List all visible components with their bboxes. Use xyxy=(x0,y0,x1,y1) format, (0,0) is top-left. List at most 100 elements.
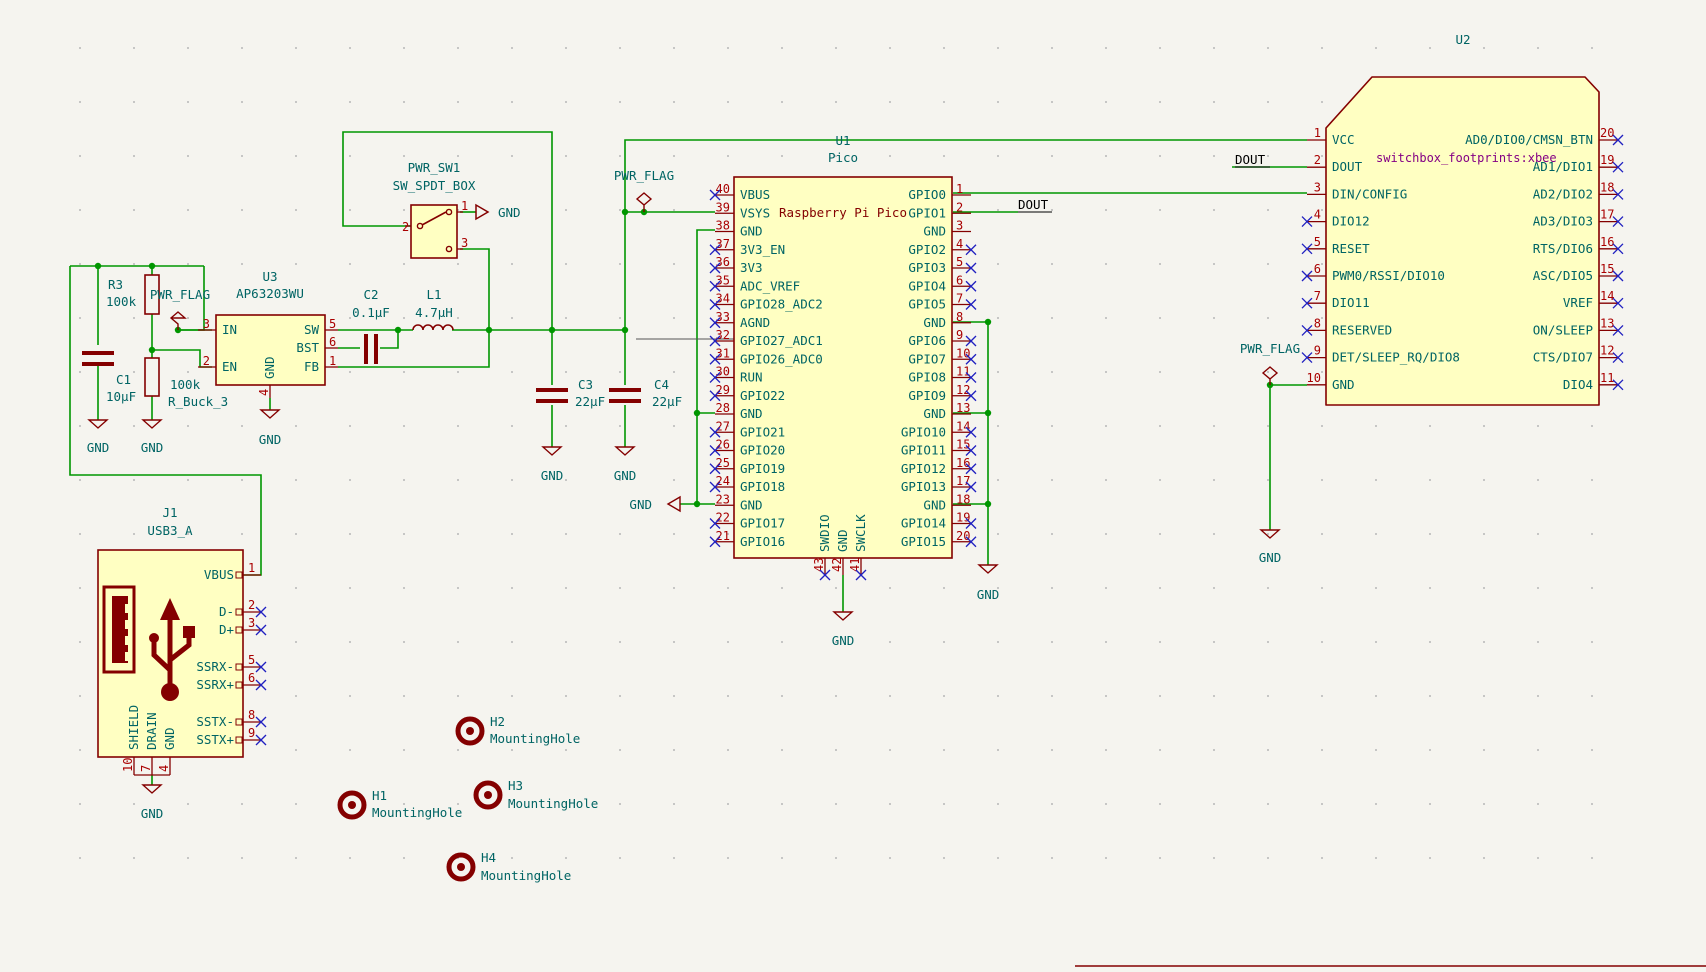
u1-pin-num-40: 40 xyxy=(716,182,730,196)
u1-pin-name-13: GND xyxy=(923,406,946,421)
u1-pin-num-24: 24 xyxy=(716,474,730,488)
u1-pin-name-6: GPIO4 xyxy=(908,278,946,293)
u1-pin-num-3: 3 xyxy=(956,219,963,233)
u1-pin-num-2: 2 xyxy=(956,200,963,214)
u3-pin-num-6: 6 xyxy=(329,335,336,349)
u1-pin-num-30: 30 xyxy=(716,365,730,379)
j1-pin-num-3: 3 xyxy=(248,616,255,630)
c2-ref: C2 xyxy=(363,287,378,302)
u3-pin-num-2: 2 xyxy=(203,354,210,368)
u1-pin-num-25: 25 xyxy=(716,456,730,470)
gnd-pico-left: GND xyxy=(629,495,681,513)
pwr-flag-xbee-label: PWR_FLAG xyxy=(1240,341,1300,356)
wire-xbee-gnd xyxy=(1269,384,1307,530)
u1-pin-num-42: 42 xyxy=(830,558,844,572)
gnd-c1: GND xyxy=(87,419,109,455)
u1-pin-num-16: 16 xyxy=(956,456,970,470)
u1-pin-name-39: VSYS xyxy=(740,205,770,220)
j1-ref: J1 xyxy=(162,505,177,520)
u1-pin-num-13: 13 xyxy=(956,401,970,415)
mounting-hole-h2[interactable]: H2 MountingHole xyxy=(455,714,580,746)
u3-ref: U3 xyxy=(262,269,277,284)
xbee-symbol[interactable]: U2 switchbox_footprints:xbee VCC 1 DOUT 2 DI… xyxy=(1301,32,1624,406)
inductor-l1[interactable]: L1 4.7µH xyxy=(412,287,454,331)
u1-pin-name-32: GPIO27_ADC1 xyxy=(740,333,823,348)
j1-pin-name-1: VBUS xyxy=(204,567,234,582)
u1-pin-name-9: GPIO6 xyxy=(908,333,946,348)
net-labels: DOUT DOUT xyxy=(1018,152,1270,213)
mounting-hole-h4[interactable]: H4 MountingHole xyxy=(446,850,571,883)
c2-value: 0.1µF xyxy=(352,305,390,320)
sw-value: SW_SPDT_BOX xyxy=(393,178,476,193)
u1-pin-num-22: 22 xyxy=(716,511,730,525)
c4-value: 22µF xyxy=(652,394,682,409)
u1-pin-num-23: 23 xyxy=(716,492,730,506)
u2-pin-num-16: 16 xyxy=(1600,235,1614,249)
pwr-flag-xbee-gnd[interactable]: PWR_FLAG xyxy=(1240,341,1300,385)
u1-pin-name-23: GND xyxy=(740,497,763,512)
mounting-hole-h1[interactable]: H1 MountingHole xyxy=(337,788,462,820)
j1-pin-name-5: SSRX- xyxy=(196,659,234,674)
c1-value: 10µF xyxy=(106,389,136,404)
u2-pin-num-12: 12 xyxy=(1600,344,1614,358)
schematic-canvas[interactable]: U1 Pico Raspberry Pi Pico VBUS 40 VSYS 39 GN… xyxy=(0,0,1706,968)
u2-pin-name-12: CTS/DIO7 xyxy=(1533,350,1593,365)
u2-pin-num-6: 6 xyxy=(1314,262,1321,276)
pwr-flag-vsys[interactable]: PWR_FLAG xyxy=(614,168,674,212)
u3-pin-name-2: EN xyxy=(222,359,237,374)
u1-pin-num-15: 15 xyxy=(956,438,970,452)
pico-symbol[interactable]: U1 Pico Raspberry Pi Pico VBUS40VSYS39GN… xyxy=(709,133,977,581)
j1-pin-name-8: SSTX- xyxy=(196,714,234,729)
j1-pin-name-7: DRAIN xyxy=(144,712,159,750)
u1-pin-name-7: GPIO5 xyxy=(908,297,946,312)
u2-pin-name-1: VCC xyxy=(1332,132,1355,147)
sw-pin-3: 3 xyxy=(461,236,468,250)
u1-pin-num-5: 5 xyxy=(956,255,963,269)
u2-pin-name-13: ON/SLEEP xyxy=(1533,322,1593,337)
u2-ref: U2 xyxy=(1455,32,1470,47)
capacitor-c4[interactable]: C4 22µF xyxy=(609,377,682,409)
j1-pin-num-2: 2 xyxy=(248,598,255,612)
pwr-flag-vin-label: PWR_FLAG xyxy=(150,287,210,302)
u3-pin-num-1: 1 xyxy=(329,354,336,368)
j1-pin-num-7: 7 xyxy=(139,765,153,772)
u2-pin-num-4: 4 xyxy=(1314,208,1321,222)
j1-pin-num-5: 5 xyxy=(248,653,255,667)
sw-pin-1: 1 xyxy=(461,199,468,213)
power-switch-symbol[interactable]: PWR_SW1 SW_SPDT_BOX 1 2 3 GND xyxy=(393,160,521,259)
buck-regulator-symbol[interactable]: U3 AP63203WU IN 3 EN 2 GND 4 SW 5 BST 6 FB 1 xyxy=(198,269,338,398)
u1-pin-name-22: GPIO17 xyxy=(740,516,785,531)
u2-pin-name-4: DIO12 xyxy=(1332,214,1370,229)
u1-pin-num-31: 31 xyxy=(716,346,730,360)
usb3-connector-symbol[interactable]: J1 USB3_A VBUS 1D- 2D+ 3SSRX- 5SSRX+ 6SSTX- 8S… xyxy=(97,505,267,776)
capacitor-c1[interactable]: C1 10µF xyxy=(82,351,136,404)
u2-pin-name-17: AD3/DIO3 xyxy=(1533,214,1593,229)
u2-pin-num-18: 18 xyxy=(1600,180,1614,194)
r3-value: 100k xyxy=(106,294,137,309)
u1-pin-name-26: GPIO20 xyxy=(740,443,785,458)
u1-pin-name-17: GPIO13 xyxy=(901,479,946,494)
u1-pin-name-42: GND xyxy=(835,529,850,552)
u1-pin-name-21: GPIO16 xyxy=(740,534,785,549)
u2-pin-num-8: 8 xyxy=(1314,316,1321,330)
svg-text:GND: GND xyxy=(1259,550,1282,565)
j1-value: USB3_A xyxy=(147,523,193,538)
u1-pin-name-38: GND xyxy=(740,224,763,239)
u1-pin-num-34: 34 xyxy=(716,292,730,306)
u1-inner-label: Raspberry Pi Pico xyxy=(779,205,907,220)
j1-pin-num-9: 9 xyxy=(248,726,255,740)
u1-pin-name-37: 3V3_EN xyxy=(740,242,785,257)
gnd-pico-bottom: GND xyxy=(832,611,854,648)
capacitor-c2[interactable]: C2 0.1µF xyxy=(352,287,390,364)
svg-text:GND: GND xyxy=(629,497,652,512)
capacitor-c3[interactable]: C3 22µF xyxy=(536,377,605,409)
u2-pin-num-7: 7 xyxy=(1314,289,1321,303)
j1-pin-num-1: 1 xyxy=(248,561,255,575)
h2-value: MountingHole xyxy=(490,731,580,746)
u1-pin-num-7: 7 xyxy=(956,292,963,306)
u2-pin-num-13: 13 xyxy=(1600,316,1614,330)
svg-text:GND: GND xyxy=(141,440,164,455)
u1-value: Pico xyxy=(828,150,858,165)
u2-pin-num-19: 19 xyxy=(1600,153,1614,167)
mounting-hole-h3[interactable]: H3 MountingHole xyxy=(473,778,598,811)
